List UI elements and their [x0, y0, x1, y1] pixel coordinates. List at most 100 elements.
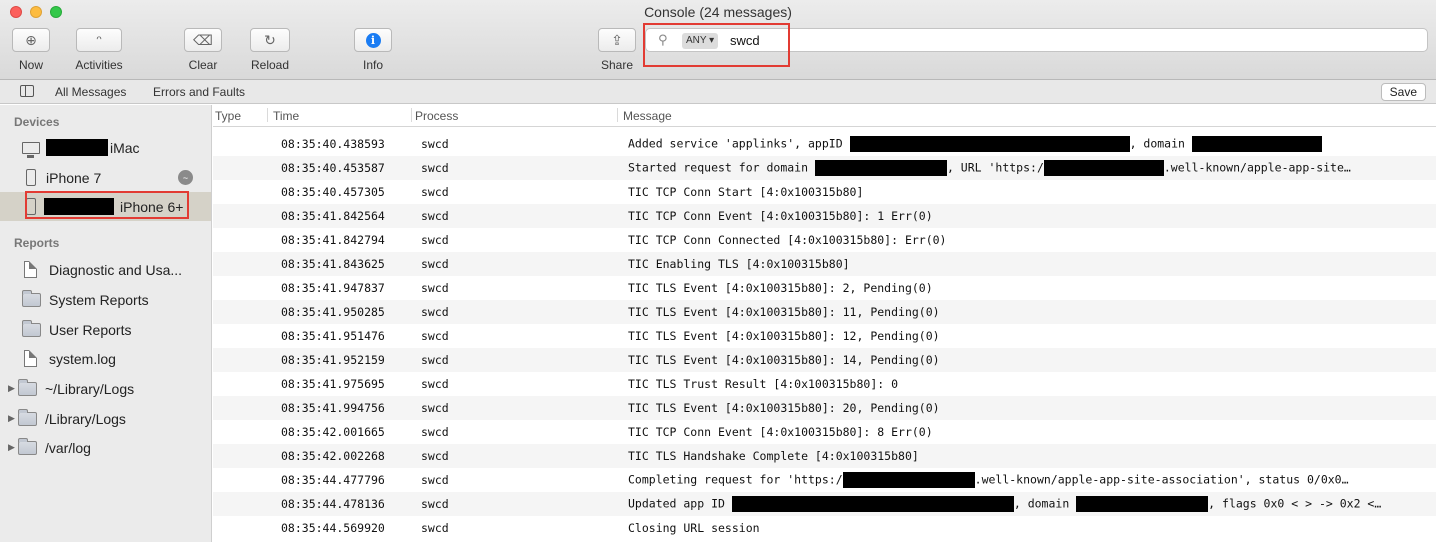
row-time: 08:35:40.457305	[281, 185, 385, 199]
table-row[interactable]: 08:35:40.453587 swcd Started request for…	[213, 156, 1436, 180]
row-message: TIC TLS Event [4:0x100315b80]: 12, Pendi…	[628, 329, 940, 343]
activities-label: Activities	[75, 58, 123, 72]
row-process: swcd	[421, 401, 449, 415]
column-divider[interactable]	[267, 108, 268, 122]
column-header-process[interactable]: Process	[415, 109, 458, 123]
now-label: Now	[18, 58, 43, 72]
row-process: swcd	[421, 137, 449, 151]
row-process: swcd	[421, 329, 449, 343]
table-row[interactable]: 08:35:41.952159 swcd TIC TLS Event [4:0x…	[213, 348, 1436, 372]
row-message: TIC TLS Trust Result [4:0x100315b80]: 0	[628, 377, 899, 391]
table-row[interactable]: 08:35:41.842794 swcd TIC TCP Conn Connec…	[213, 228, 1436, 252]
sidebar-report-library-logs[interactable]: ▶ /Library/Logs	[0, 404, 211, 433]
column-header-type[interactable]: Type	[215, 109, 241, 123]
table-row[interactable]: 08:35:40.457305 swcd TIC TCP Conn Start …	[213, 180, 1436, 204]
reload-icon: ↻	[264, 31, 276, 48]
redacted-text	[814, 160, 947, 176]
table-row[interactable]: 08:35:41.950285 swcd TIC TLS Event [4:0x…	[213, 300, 1436, 324]
table-row[interactable]: 08:35:42.002268 swcd TIC TLS Handshake C…	[213, 444, 1436, 468]
table-row[interactable]: 08:35:41.843625 swcd TIC Enabling TLS [4…	[213, 252, 1436, 276]
table-row[interactable]: 08:35:42.001665 swcd TIC TCP Conn Event …	[213, 420, 1436, 444]
clear-button[interactable]: ⌫	[184, 28, 222, 52]
table-row[interactable]: 08:35:41.842564 swcd TIC TCP Conn Event …	[213, 204, 1436, 228]
table-row[interactable]: 08:35:41.994756 swcd TIC TLS Event [4:0x…	[213, 396, 1436, 420]
report-label: System Reports	[49, 291, 149, 308]
report-label: /var/log	[45, 439, 91, 456]
sidebar-report-system[interactable]: System Reports	[0, 285, 211, 314]
table-row[interactable]: 08:35:41.951476 swcd TIC TLS Event [4:0x…	[213, 324, 1436, 348]
table-row[interactable]: 08:35:44.478136 swcd Updated app ID , do…	[213, 492, 1436, 516]
disclosure-triangle-icon[interactable]: ▶	[8, 413, 18, 424]
reload-button[interactable]: ↻	[250, 28, 290, 52]
sidebar-toggle-icon[interactable]	[20, 85, 34, 97]
folder-icon	[18, 378, 37, 396]
document-icon	[24, 261, 37, 278]
row-time: 08:35:41.951476	[281, 329, 385, 343]
row-time: 08:35:44.477796	[281, 473, 385, 487]
table-row[interactable]: 08:35:41.975695 swcd TIC TLS Trust Resul…	[213, 372, 1436, 396]
row-message: Added service 'applinks', appID , domain	[628, 136, 1428, 152]
folder-icon	[22, 289, 41, 307]
disclosure-triangle-icon[interactable]: ▶	[8, 442, 18, 453]
table-row[interactable]: 08:35:44.477796 swcd Completing request …	[213, 468, 1436, 492]
row-process: swcd	[421, 377, 449, 391]
redacted-text	[1191, 136, 1322, 152]
now-button[interactable]: ⊕	[12, 28, 50, 52]
sidebar-report-systemlog[interactable]: system.log	[0, 344, 211, 373]
all-messages-filter[interactable]: All Messages	[55, 85, 126, 99]
row-time: 08:35:41.950285	[281, 305, 385, 319]
row-message: TIC TLS Event [4:0x100315b80]: 14, Pendi…	[628, 353, 940, 367]
row-message: TIC TCP Conn Event [4:0x100315b80]: 8 Er…	[628, 425, 933, 439]
disclosure-triangle-icon[interactable]: ▶	[8, 383, 18, 394]
column-divider[interactable]	[411, 108, 412, 122]
redacted-text	[1076, 496, 1209, 512]
clear-icon: ⌫	[193, 31, 213, 48]
row-process: swcd	[421, 473, 449, 487]
column-header-time[interactable]: Time	[273, 109, 299, 123]
row-time: 08:35:41.842564	[281, 209, 385, 223]
report-label: User Reports	[49, 321, 132, 338]
sidebar-report-diagnostic[interactable]: Diagnostic and Usa...	[0, 255, 211, 284]
save-button[interactable]: Save	[1380, 83, 1426, 101]
report-label: Diagnostic and Usa...	[49, 261, 183, 278]
document-icon	[24, 350, 37, 367]
row-time: 08:35:44.478136	[281, 497, 385, 511]
row-time: 08:35:40.438593	[281, 137, 385, 151]
row-message: TIC TLS Event [4:0x100315b80]: 20, Pendi…	[628, 401, 940, 415]
row-process: swcd	[421, 257, 449, 271]
activities-icon: ᵔ	[96, 32, 102, 48]
sidebar-report-user[interactable]: User Reports	[0, 315, 211, 344]
row-process: swcd	[421, 185, 449, 199]
share-button[interactable]: ⇪	[598, 28, 636, 52]
row-process: swcd	[421, 209, 449, 223]
sidebar-report-var-log[interactable]: ▶ /var/log	[0, 433, 211, 462]
redacted-text	[1043, 160, 1164, 176]
row-process: swcd	[421, 353, 449, 367]
device-label: iPhone 7	[46, 169, 102, 186]
table-row[interactable]: 08:35:40.438593 swcd Added service 'appl…	[213, 132, 1436, 156]
row-time: 08:35:40.453587	[281, 161, 385, 175]
row-message: TIC TLS Event [4:0x100315b80]: 2, Pendin…	[628, 281, 933, 295]
redacted-text	[849, 136, 1130, 152]
table-row[interactable]: 08:35:44.569920 swcd Closing URL session	[213, 516, 1436, 540]
row-process: swcd	[421, 161, 449, 175]
info-label: Info	[362, 58, 383, 72]
table-header: Type Time Process Message	[213, 105, 1436, 127]
column-header-message[interactable]: Message	[623, 109, 672, 123]
activities-button[interactable]: ᵔ	[76, 28, 122, 52]
errors-faults-filter[interactable]: Errors and Faults	[153, 85, 245, 99]
column-divider[interactable]	[617, 108, 618, 122]
row-time: 08:35:42.001665	[281, 425, 385, 439]
share-label: Share	[600, 58, 634, 72]
phone-icon	[26, 169, 36, 186]
sidebar: Devices iMac iPhone 7 ~ iPhone 6+ Report…	[0, 105, 212, 542]
sidebar-device-iphone7[interactable]: iPhone 7 ~	[0, 163, 211, 192]
row-process: swcd	[421, 305, 449, 319]
row-time: 08:35:41.947837	[281, 281, 385, 295]
sidebar-device-imac[interactable]: iMac	[0, 133, 211, 162]
info-button[interactable]: i	[354, 28, 392, 52]
computer-icon	[22, 141, 40, 158]
table-row[interactable]: 08:35:41.947837 swcd TIC TLS Event [4:0x…	[213, 276, 1436, 300]
sidebar-report-user-library-logs[interactable]: ▶ ~/Library/Logs	[0, 374, 211, 403]
redacted-name	[46, 139, 108, 156]
